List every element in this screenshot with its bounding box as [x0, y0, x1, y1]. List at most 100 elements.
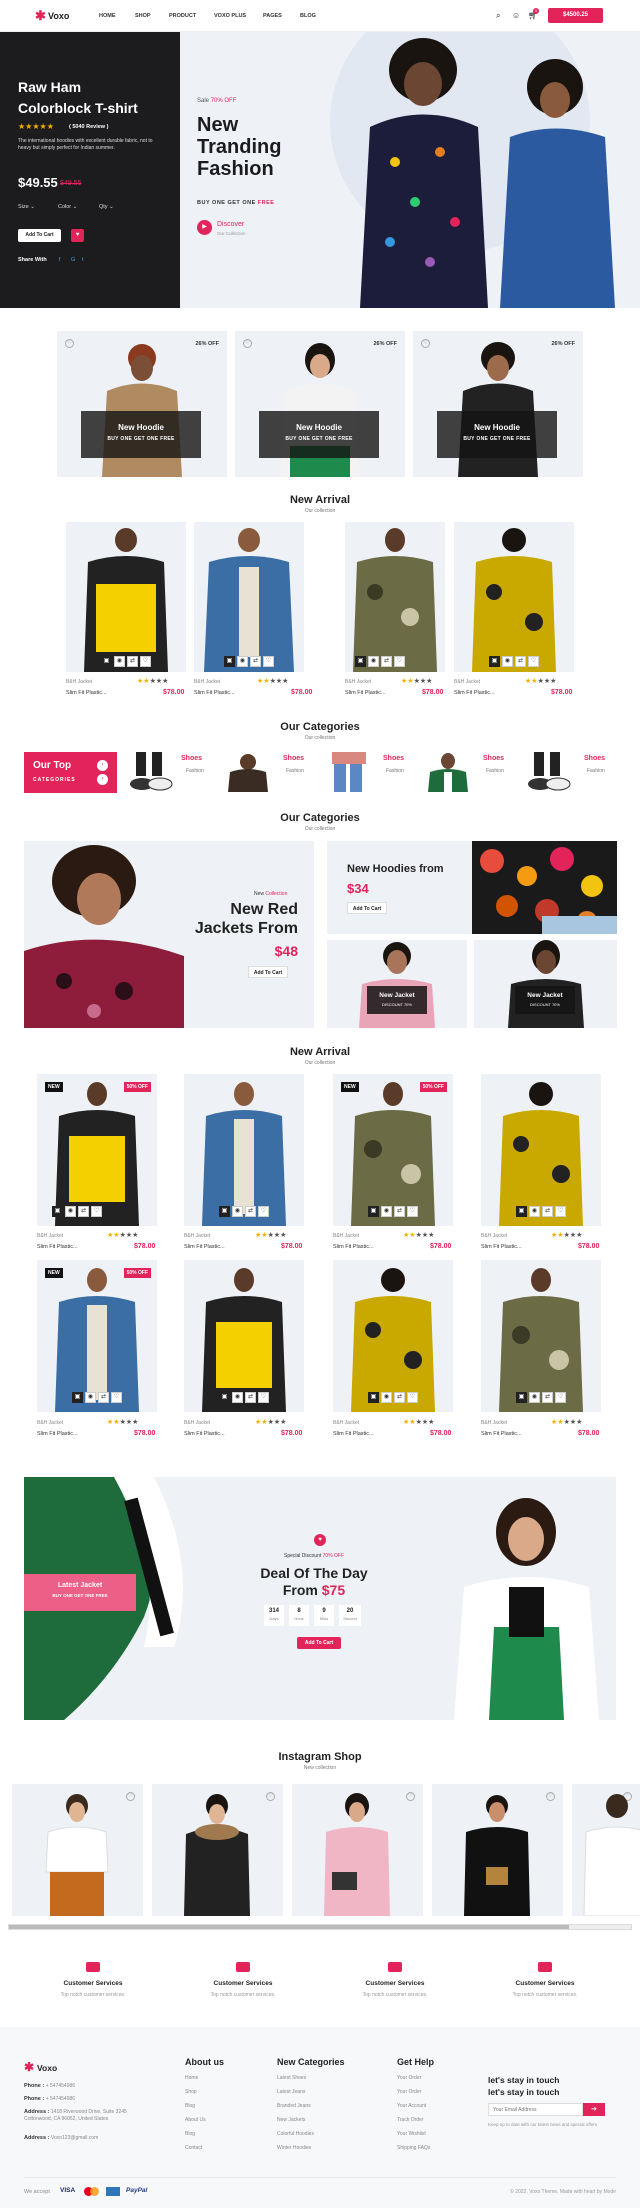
compare-icon[interactable]: ⇄	[98, 1392, 109, 1403]
hero-wishlist-button[interactable]: ♥	[71, 229, 84, 242]
heart-icon[interactable]: ♡	[263, 656, 274, 667]
logo-text[interactable]: Voxo	[48, 11, 69, 21]
view-icon[interactable]: ◉	[529, 1206, 540, 1217]
view-icon[interactable]: ◉	[368, 656, 379, 667]
footer-link[interactable]: Your Order	[397, 2089, 434, 2097]
heart-icon[interactable]: ♡	[111, 1392, 122, 1403]
category-card[interactable]: Shoes Fashion	[126, 749, 218, 795]
hoodies-add-to-cart-button[interactable]: Add To Cart	[347, 902, 387, 914]
arrow-right-icon[interactable]: ›	[97, 760, 108, 771]
view-icon[interactable]: ◉	[114, 656, 125, 667]
cart-icon[interactable]: ▣	[219, 1392, 230, 1403]
instagram-post[interactable]: ♡	[292, 1784, 423, 1916]
new-jacket-card-2[interactable]: New Jacket DISCOUNT 70%	[474, 940, 617, 1028]
cart-icon[interactable]: ▣	[516, 1392, 527, 1403]
offer-card-2[interactable]: ♡ 26% OFF New Hoodie BUY ONE GET ONE FREE	[235, 331, 405, 477]
compare-icon[interactable]: ⇄	[542, 1206, 553, 1217]
product-name[interactable]: Slim Fit Plastic...	[454, 690, 495, 696]
cart-icon[interactable]: ▣	[368, 1206, 379, 1217]
instagram-scroll-thumb[interactable]	[9, 1925, 569, 1929]
heart-icon[interactable]: ♡	[140, 656, 151, 667]
wishlist-icon[interactable]: ♡	[421, 339, 430, 348]
footer-link[interactable]: Your Wishlist	[397, 2131, 434, 2139]
hoodies-banner[interactable]: New Hoodies from $34 Add To Cart	[327, 841, 617, 934]
heart-icon[interactable]: ♡	[394, 656, 405, 667]
new-jacket-card-1[interactable]: New Jacket DISCOUNT 70%	[327, 940, 467, 1028]
product-name[interactable]: Slim Fit Plastic...	[194, 690, 235, 696]
wishlist-icon[interactable]: ♡	[65, 339, 74, 348]
product-name[interactable]: Slim Fit Plastic...	[184, 1431, 225, 1437]
footer-link[interactable]: Winter Hoodies	[277, 2145, 345, 2153]
view-icon[interactable]: ◉	[232, 1206, 243, 1217]
heart-icon[interactable]: ♡	[407, 1206, 418, 1217]
view-icon[interactable]: ◉	[65, 1206, 76, 1217]
compare-icon[interactable]: ⇄	[394, 1392, 405, 1403]
product-image[interactable]: ▣ ◉ ⇄ ♡	[481, 1074, 601, 1226]
compare-icon[interactable]: ⇄	[127, 656, 138, 667]
heart-icon[interactable]: ♡	[258, 1206, 269, 1217]
search-icon[interactable]: ⌕	[496, 11, 500, 21]
view-icon[interactable]: ◉	[85, 1392, 96, 1403]
cart-icon[interactable]: ▣	[52, 1206, 63, 1217]
top-categories-card[interactable]: Our Top CATEGORIES › ‹	[24, 752, 117, 793]
footer-link[interactable]: Latest Shoes	[277, 2075, 345, 2083]
footer-link[interactable]: Latest Jeans	[277, 2089, 345, 2097]
qty-select[interactable]: Qty ⌄	[99, 204, 114, 210]
cart-button[interactable]: $4500.25	[548, 8, 603, 23]
product-name[interactable]: Slim Fit Plastic...	[333, 1244, 374, 1250]
footer-link[interactable]: Branded Jeans	[277, 2103, 345, 2111]
product-image[interactable]: ▣ ◉ ⇄ ♡	[194, 522, 304, 672]
cart-icon[interactable]: ▣	[72, 1392, 83, 1403]
product-image[interactable]: ▣ ◉ ⇄ ♡	[184, 1074, 304, 1226]
product-name[interactable]: Slim Fit Plastic...	[184, 1244, 225, 1250]
compare-icon[interactable]: ⇄	[245, 1206, 256, 1217]
product-image[interactable]: ▣ ◉ ⇄ ♡	[481, 1260, 601, 1412]
footer-link[interactable]: Shipping FAQs	[397, 2145, 434, 2153]
view-icon[interactable]: ◉	[381, 1206, 392, 1217]
size-select[interactable]: Size ⌄	[18, 204, 35, 210]
nav-product[interactable]: PRODUCT	[169, 13, 196, 19]
cart-icon[interactable]: ▣	[489, 656, 500, 667]
product-image[interactable]: NEW 50% OFF ▣ ◉ ⇄ ♡	[333, 1074, 453, 1226]
product-name[interactable]: Slim Fit Plastic...	[37, 1431, 78, 1437]
product-image[interactable]: NEW 50% OFF ▣ ◉ ⇄ ♡	[37, 1260, 157, 1412]
footer-link[interactable]: Track Order	[397, 2117, 434, 2125]
wishlist-icon[interactable]: ♡	[243, 339, 252, 348]
instagram-post[interactable]: ♡	[432, 1784, 563, 1916]
cart-icon[interactable]: ▣	[355, 656, 366, 667]
heart-icon[interactable]: ♡	[91, 1206, 102, 1217]
facebook-icon[interactable]: f	[59, 257, 61, 263]
jacket-add-to-cart-button[interactable]: Add To Cart	[248, 966, 288, 978]
discover-link[interactable]: Discover	[217, 221, 244, 228]
view-icon[interactable]: ◉	[232, 1392, 243, 1403]
user-icon[interactable]: ☺	[512, 11, 520, 20]
product-name[interactable]: Slim Fit Plastic...	[481, 1244, 522, 1250]
footer-link[interactable]: Shop	[185, 2089, 224, 2097]
instagram-post[interactable]: ♡	[12, 1784, 143, 1916]
product-image[interactable]: ▣ ◉ ⇄ ♡	[345, 522, 445, 672]
twitter-icon[interactable]: t	[82, 257, 84, 263]
product-image[interactable]: ▣ ◉ ⇄ ♡	[454, 522, 574, 672]
nav-blog[interactable]: BLOG	[300, 13, 316, 19]
nav-voxo-plus[interactable]: VOXO PLUS	[214, 13, 246, 19]
newsletter-email-input[interactable]	[488, 2103, 583, 2116]
compare-icon[interactable]: ⇄	[78, 1206, 89, 1217]
deal-add-to-cart-button[interactable]: Add To Cart	[297, 1637, 341, 1649]
newsletter-submit-button[interactable]: ➔	[583, 2103, 605, 2116]
footer-logo-text[interactable]: Voxo	[37, 2063, 57, 2073]
product-name[interactable]: Slim Fit Plastic...	[333, 1431, 374, 1437]
cart-icon[interactable]: ▣	[368, 1392, 379, 1403]
wishlist-icon[interactable]: ♡	[546, 1792, 555, 1801]
compare-icon[interactable]: ⇄	[381, 656, 392, 667]
category-card[interactable]: Shoes Fashion	[424, 749, 516, 795]
product-image[interactable]: NEW 50% OFF ▣ ◉ ⇄ ♡	[37, 1074, 157, 1226]
cart-icon[interactable]: ▣	[219, 1206, 230, 1217]
footer-link[interactable]: Blog	[185, 2131, 224, 2139]
product-name[interactable]: Slim Fit Plastic...	[345, 690, 386, 696]
compare-icon[interactable]: ⇄	[394, 1206, 405, 1217]
wishlist-icon[interactable]: ♡	[266, 1792, 275, 1801]
compare-icon[interactable]: ⇄	[515, 656, 526, 667]
compare-icon[interactable]: ⇄	[542, 1392, 553, 1403]
nav-pages[interactable]: PAGES	[263, 13, 282, 19]
footer-link[interactable]: About Us	[185, 2117, 224, 2125]
